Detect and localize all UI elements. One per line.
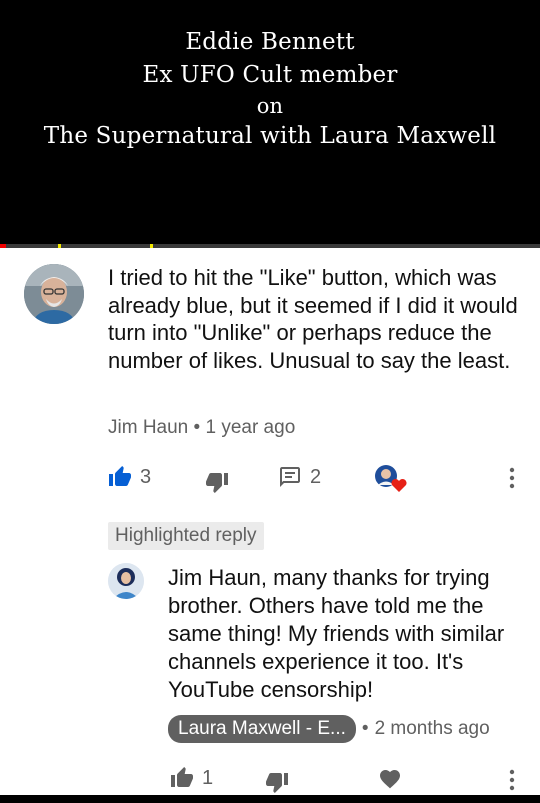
avatar[interactable] (24, 264, 84, 324)
like-button[interactable]: 3 (108, 465, 151, 489)
video-player[interactable]: Eddie Bennett Ex UFO Cult member on The … (0, 0, 540, 244)
reply-button[interactable]: 2 (278, 465, 321, 489)
comment-text: I tried to hit the "Like" button, which … (108, 265, 518, 373)
creator-heart (373, 464, 407, 494)
video-progress-bar[interactable] (0, 244, 540, 248)
thumbs-up-icon (170, 766, 194, 790)
thumbs-down-icon (265, 770, 289, 794)
thumbs-down-icon (205, 470, 229, 494)
creator-heart-icon (373, 464, 407, 494)
reply-actions: 1 (0, 762, 540, 798)
reply-like-button[interactable]: 1 (170, 766, 213, 790)
like-count: 3 (140, 465, 152, 488)
more-vert-icon (505, 466, 519, 490)
comment-time: 1 year ago (205, 417, 296, 438)
meta-separator: • (361, 718, 369, 739)
reply-heart-button[interactable] (378, 767, 402, 791)
bottom-edge (0, 795, 540, 803)
ad-marker (58, 244, 61, 248)
comment-icon (278, 465, 302, 489)
reply-text: Jim Haun, many thanks for trying brother… (168, 565, 505, 702)
progress-played (0, 244, 6, 248)
more-options-button[interactable] (505, 466, 519, 490)
more-vert-icon (505, 768, 519, 792)
reply-more-options-button[interactable] (505, 768, 519, 792)
comment-actions: 3 2 (0, 460, 540, 496)
title-line-3: on (256, 94, 284, 118)
reply-author-chip[interactable]: Laura Maxwell - E... (168, 715, 356, 743)
thumbs-up-icon (108, 465, 132, 489)
title-line-2: Ex UFO Cult member (142, 62, 398, 88)
comment-meta: Jim Haun • 1 year ago (108, 417, 295, 439)
reply-time: 2 months ago (374, 718, 490, 739)
reply-like-count: 1 (202, 766, 214, 789)
ad-marker (150, 244, 153, 248)
highlighted-reply-badge: Highlighted reply (108, 522, 264, 550)
reply-meta: Laura Maxwell - E... • 2 months ago (168, 715, 490, 743)
meta-separator: • (193, 417, 201, 438)
reply-avatar[interactable] (108, 563, 144, 599)
dislike-button[interactable] (205, 470, 229, 494)
reply-dislike-button[interactable] (265, 770, 289, 794)
reply-count: 2 (310, 465, 322, 488)
comment-author[interactable]: Jim Haun (108, 417, 188, 438)
video-title-overlay: Eddie Bennett Ex UFO Cult member on The … (0, 26, 540, 153)
title-line-4: The Supernatural with Laura Maxwell (43, 123, 497, 149)
heart-icon (378, 767, 402, 791)
title-line-1: Eddie Bennett (185, 29, 355, 55)
